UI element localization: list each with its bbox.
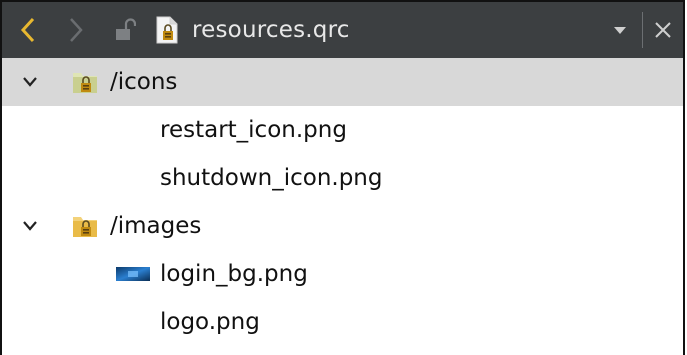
- resource-tree: /icons restart_icon.png shutdown_icon.pn…: [2, 58, 683, 346]
- open-documents-dropdown[interactable]: [609, 2, 631, 58]
- folder-label: /icons: [110, 69, 178, 95]
- tree-folder-icons[interactable]: /icons: [2, 58, 683, 106]
- file-label: shutdown_icon.png: [160, 165, 383, 191]
- tree-folder-images[interactable]: /images: [2, 202, 683, 250]
- tree-file-restart-icon[interactable]: restart_icon.png: [2, 106, 683, 154]
- file-label: logo.png: [160, 309, 260, 335]
- folder-locked-icon: [73, 217, 97, 237]
- editor-toolbar: resources.qrc: [2, 2, 683, 58]
- file-label: restart_icon.png: [160, 117, 347, 143]
- expand-toggle[interactable]: [20, 58, 40, 106]
- chevron-down-icon: [23, 77, 37, 87]
- tree-file-login-bg[interactable]: login_bg.png: [2, 250, 683, 298]
- lock-button[interactable]: [110, 2, 140, 58]
- open-file-tab[interactable]: resources.qrc: [156, 2, 350, 58]
- unlock-icon: [116, 18, 136, 40]
- folder-locked-icon: [73, 73, 97, 93]
- dropdown-arrow-icon: [614, 27, 626, 34]
- forward-button[interactable]: [64, 2, 88, 58]
- close-icon: [655, 22, 671, 38]
- expand-toggle[interactable]: [20, 202, 40, 250]
- tree-file-shutdown-icon[interactable]: shutdown_icon.png: [2, 154, 683, 202]
- back-button[interactable]: [16, 2, 40, 58]
- chevron-right-icon: [70, 18, 83, 42]
- qrc-file-icon: [156, 16, 178, 44]
- close-document-button[interactable]: [649, 2, 677, 58]
- chevron-left-icon: [20, 17, 35, 43]
- file-label: login_bg.png: [160, 261, 308, 287]
- chevron-down-icon: [23, 221, 37, 231]
- tree-file-logo[interactable]: logo.png: [2, 298, 683, 346]
- open-file-name: resources.qrc: [192, 17, 350, 43]
- folder-label: /images: [110, 213, 202, 239]
- resource-editor-window: resources.qrc /icons restart_icon.png sh…: [0, 0, 685, 355]
- image-thumbnail-icon: [116, 267, 150, 281]
- toolbar-separator: [642, 12, 643, 48]
